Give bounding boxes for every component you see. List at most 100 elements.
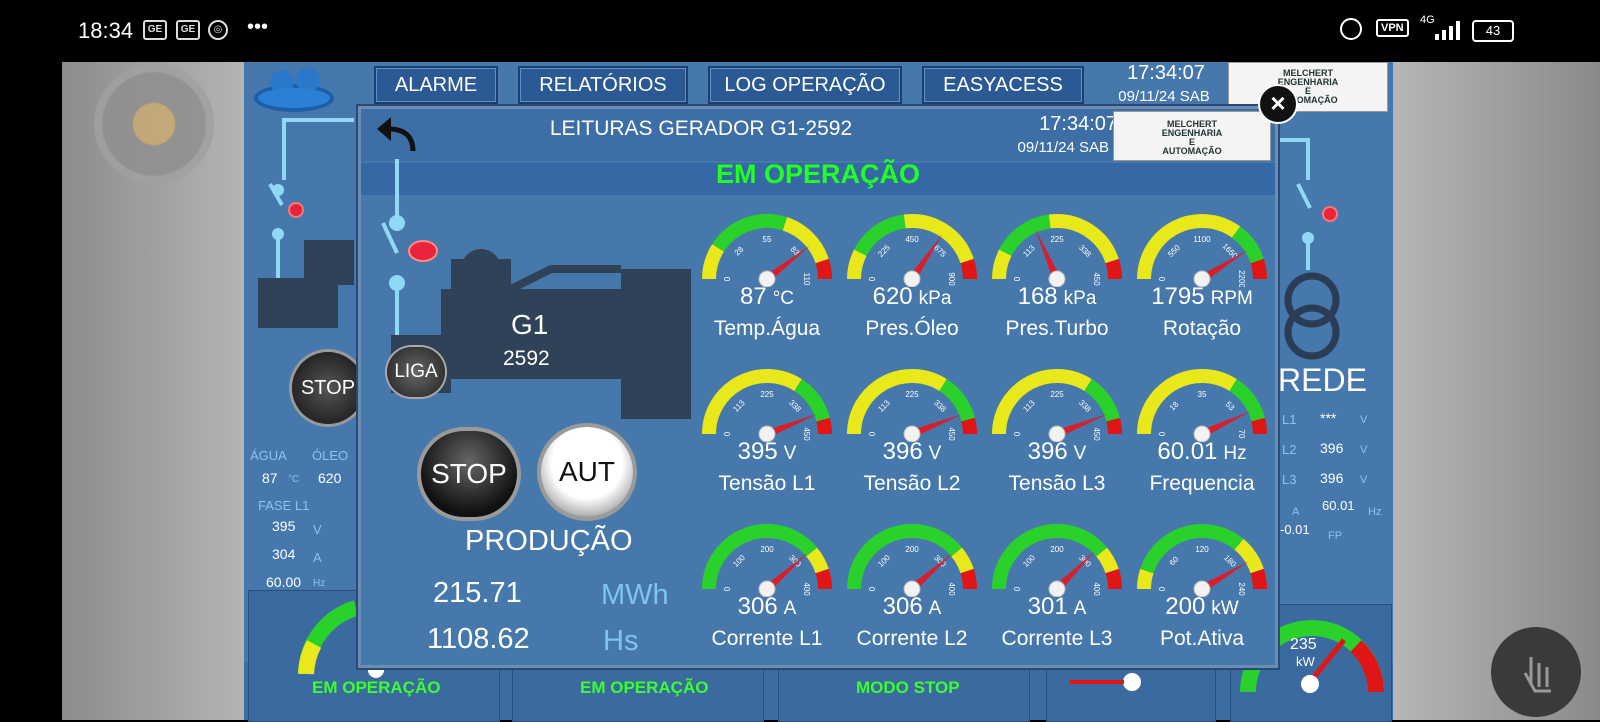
gauge-band	[794, 379, 830, 422]
gauge-tick-label: 0	[723, 431, 732, 436]
gauge-value-number: 301	[1027, 593, 1068, 620]
log-operacao-button[interactable]: LOG OPERAÇÃO	[708, 66, 902, 104]
gauge-tick-label: 0	[868, 586, 877, 591]
relatorios-button[interactable]: RELATÓRIOS	[518, 66, 688, 104]
gauge-band	[992, 249, 1012, 280]
gauge-value-number: 306	[737, 593, 778, 620]
gauge-label: Corrente L2	[856, 627, 968, 650]
gauge-unit: RPM	[1210, 288, 1253, 309]
gauge-label: Rotação	[1162, 317, 1242, 340]
gauge-band	[1106, 417, 1122, 435]
gauge-label: Pot.Ativa	[1159, 627, 1245, 650]
gauge-9: 0 100 200 300 400 306 A Corrente L2	[840, 513, 985, 668]
gauge-value: 395 V	[697, 438, 837, 466]
gauge-band	[1105, 568, 1122, 590]
gauge-tick-label: 0	[1013, 431, 1022, 436]
gauge-tick-label: 1650	[1220, 242, 1239, 261]
gauge-tick-label: 0	[868, 276, 877, 281]
rede-l1-value: ***	[1320, 410, 1337, 426]
gauge-6: 0 113 225 338 450 396 V Tensão L3	[985, 358, 1130, 513]
gauge-tick-label: 18	[1168, 399, 1181, 412]
gauge-value: 306 A	[842, 593, 982, 621]
gauge-value-number: 200	[1165, 593, 1206, 620]
gauge-dial: 0113225338450	[702, 369, 832, 442]
gauge-label: Corrente L1	[711, 627, 823, 650]
gauge-value-number: 306	[882, 593, 923, 620]
gauge-tick-label: 113	[876, 398, 892, 414]
floating-assist-button[interactable]	[94, 64, 214, 184]
production-mwh-unit: MWh	[601, 579, 669, 611]
gauge-unit: A	[1073, 598, 1087, 619]
gauge-unit: Hz	[1223, 443, 1247, 464]
gauge-10: 0100200300400301ACorrente L3	[985, 513, 1130, 668]
gauge-tick-label: 120	[1195, 545, 1209, 554]
gauge-dial: 0285583110	[702, 214, 832, 287]
liga-button[interactable]: LIGA	[387, 347, 445, 397]
gauge-label: Temp.Água	[713, 317, 821, 340]
gauge-band	[1250, 568, 1267, 590]
gauge-dial: 0100200300400	[702, 524, 832, 597]
gauge-tick-label: 200	[760, 545, 774, 554]
gauge-unit: kW	[1211, 598, 1239, 619]
rede-title: REDE	[1278, 362, 1367, 398]
gauge-tick-label: 0	[723, 586, 732, 591]
gauge-dial: 018355370	[1137, 369, 1267, 442]
bottom-status-2: EM OPERAÇÃO	[580, 678, 709, 697]
generator-name: G1	[511, 309, 549, 340]
gauge-value-number: 396	[1027, 438, 1068, 465]
gauge-tick-label: 338	[1077, 398, 1093, 414]
fase-v: 395	[272, 518, 296, 534]
stop-button[interactable]: STOP	[421, 431, 517, 517]
gauge-band	[939, 379, 975, 422]
oleo-label: ÓLEO	[312, 448, 349, 463]
right-margin	[1393, 62, 1600, 720]
users-icon[interactable]	[250, 64, 338, 112]
gauge-2: 0 113 225 338 450 168 kPa Pres.Turbo	[985, 203, 1130, 358]
gauge-tick-label: 113	[1021, 398, 1037, 414]
gauge-3: 0 550 1100 1650 2200 1795 RPM Rotação	[1130, 203, 1275, 358]
gauge-value: 87 °C	[697, 283, 837, 311]
close-icon[interactable]: ×	[1258, 84, 1298, 124]
fase-label: FASE L1	[258, 498, 310, 513]
battery-icon: 43	[1472, 20, 1514, 42]
alarm-icon	[1340, 18, 1362, 40]
gauge-value: 1795 RPM	[1132, 283, 1272, 311]
gauge-band	[1231, 226, 1264, 264]
easyacess-button[interactable]: EASYACESS	[922, 66, 1084, 104]
production-mwh-value: 215.71	[433, 577, 522, 609]
aut-button[interactable]: AUT	[541, 427, 633, 517]
gauge-tick-label: 100	[1021, 553, 1037, 569]
gauge-value-number: 168	[1017, 283, 1058, 310]
rede-a-label: A	[1292, 506, 1300, 518]
gauge-value: 396 V	[842, 438, 982, 466]
gauge-value-number: 620	[872, 283, 913, 310]
gauge-tick-label: 225	[905, 390, 919, 399]
gesture-button[interactable]	[1491, 627, 1581, 717]
gauge-band	[1105, 258, 1122, 280]
hz-unit: Hz	[313, 578, 326, 589]
gauge-band	[951, 547, 974, 574]
production-hours-value: 1108.62	[427, 623, 530, 655]
gauge-band	[1084, 379, 1120, 422]
gauge-band	[782, 217, 829, 264]
rede-hz-value: 60.01	[1322, 498, 1355, 513]
agua-unit: °C	[288, 474, 300, 485]
bottom-gauge-4	[1070, 673, 1141, 691]
gauge-band	[816, 417, 832, 435]
left-single-line-diagram	[258, 118, 354, 328]
clock: 18:34	[78, 18, 134, 43]
ge-icon: GE	[176, 20, 200, 40]
gauge-band	[961, 417, 977, 435]
v-unit: V	[313, 522, 322, 537]
gauge-tick-label: 0	[723, 276, 732, 281]
bottom-gauge-value: 235	[1290, 636, 1317, 653]
fase-hz: 60.00	[266, 574, 302, 590]
gauge-band	[960, 258, 977, 280]
alarme-button[interactable]: ALARME	[374, 66, 498, 104]
gauge-tick-label: 300	[787, 553, 803, 569]
bg-stop-button[interactable]: STOP	[292, 352, 364, 424]
gauge-tick-label: 180	[1222, 553, 1238, 569]
gauge-1: 0 225 450 675 900 620 kPa Pres.Óleo	[840, 203, 985, 358]
gauge-tick-label: 225	[1050, 390, 1064, 399]
rede-l3-label: L3	[1282, 472, 1297, 487]
